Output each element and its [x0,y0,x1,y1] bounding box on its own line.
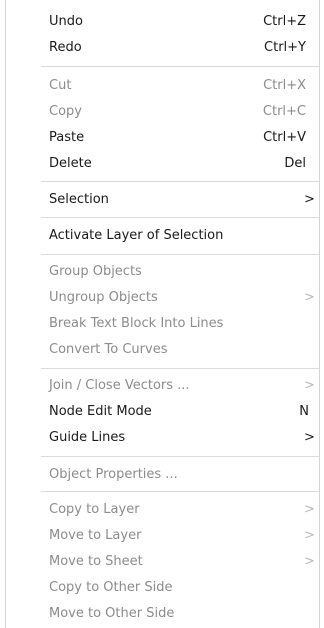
chevron-right-icon: > [304,289,315,305]
menu-item-activate-layer[interactable]: Activate Layer of Selection [6,222,319,248]
menu-item-label: Cut [49,77,72,93]
menu-item-shortcut: Ctrl+X [263,77,306,93]
menu-item-copy-other-side[interactable]: Copy to Other Side [6,574,319,600]
menu-item-object-properties[interactable]: Object Properties ... [6,461,319,487]
menu-item-label: Guide Lines [49,429,126,445]
menu-item-paste[interactable]: Paste Ctrl+V [6,124,319,150]
menu-item-label: Copy to Layer [49,501,140,517]
menu-item-shortcut: Ctrl+Z [263,13,306,29]
menu-item-label: Ungroup Objects [49,289,158,305]
menu-item-shortcut: N [299,403,309,419]
menu-item-label: Copy [49,103,82,119]
menu-separator [41,254,319,255]
menu-item-label: Node Edit Mode [49,403,152,419]
menu-item-label: Move to Layer [49,527,142,543]
menu-item-label: Activate Layer of Selection [49,227,224,243]
chevron-right-icon: > [304,191,315,207]
menu-item-shortcut: Ctrl+C [262,103,306,119]
menu-item-ungroup-objects[interactable]: Ungroup Objects > [6,284,319,310]
menu-item-label: Break Text Block Into Lines [49,315,224,331]
menu-item-label: Group Objects [49,263,142,279]
menu-item-join-close[interactable]: Join / Close Vectors ... > [6,372,319,398]
menu-separator [41,217,319,218]
menu-item-copy-to-layer[interactable]: Copy to Layer > [6,496,319,522]
menu-item-copy[interactable]: Copy Ctrl+C [6,98,319,124]
chevron-right-icon: > [304,501,315,517]
menu-item-move-other-side[interactable]: Move to Other Side [6,600,319,626]
menu-item-label: Delete [49,155,92,171]
menu-item-label: Redo [49,39,82,55]
menu-item-label: Move to Sheet [49,553,143,569]
menu-item-delete[interactable]: Delete Del [6,150,319,176]
menu-item-shortcut: Del [284,155,306,171]
menu-separator [41,456,319,457]
menu-item-label: Paste [49,129,85,145]
menu-right-border [319,0,320,628]
menu-item-shortcut: Ctrl+V [263,129,306,145]
menu-item-label: Join / Close Vectors ... [49,377,190,393]
menu-item-shortcut: Ctrl+Y [264,39,306,55]
menu-item-break-text[interactable]: Break Text Block Into Lines [6,310,319,336]
menu-separator [41,66,319,67]
menu-item-guide-lines[interactable]: Guide Lines > [6,424,319,450]
menu-item-redo[interactable]: Redo Ctrl+Y [6,34,319,60]
menu-item-cut[interactable]: Cut Ctrl+X [6,72,319,98]
menu-item-label: Convert To Curves [49,341,168,357]
menu-item-label: Copy to Other Side [49,579,173,595]
menu-item-group-objects[interactable]: Group Objects [6,258,319,284]
menu-item-move-to-sheet[interactable]: Move to Sheet > [6,548,319,574]
menu-item-convert-curves[interactable]: Convert To Curves [6,336,319,362]
chevron-right-icon: > [304,553,315,569]
menu-separator [41,368,319,369]
menu-item-label: Object Properties ... [49,466,178,482]
menu-separator [41,491,319,492]
menu-item-node-edit[interactable]: Node Edit Mode N [6,398,319,424]
menu-separator [41,181,319,182]
menu-item-selection[interactable]: Selection > [6,186,319,212]
menu-item-label: Undo [49,13,83,29]
chevron-right-icon: > [304,527,315,543]
menu-item-move-to-layer[interactable]: Move to Layer > [6,522,319,548]
menu-item-undo[interactable]: Undo Ctrl+Z [6,8,319,34]
context-menu: Undo Ctrl+Z Redo Ctrl+Y Cut Ctrl+X Copy … [0,0,324,628]
chevron-right-icon: > [304,429,315,445]
menu-item-label: Selection [49,191,109,207]
menu-item-label: Move to Other Side [49,605,175,621]
chevron-right-icon: > [304,377,315,393]
